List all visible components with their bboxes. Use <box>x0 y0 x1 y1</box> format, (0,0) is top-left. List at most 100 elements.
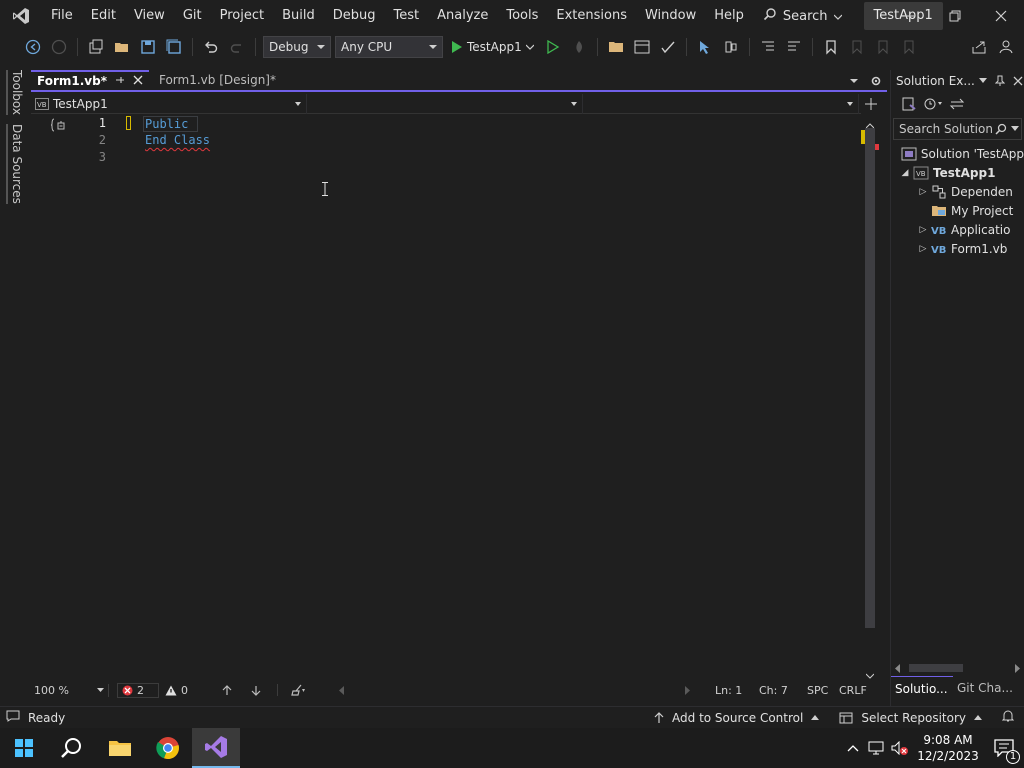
windows-start-button[interactable] <box>0 728 48 768</box>
spell-check-button[interactable] <box>657 36 679 58</box>
tree-item-project[interactable]: ◢ VB TestApp1 <box>891 163 1024 182</box>
chevron-down-icon[interactable] <box>978 78 987 84</box>
expanded-arrow-icon[interactable]: ◢ <box>897 168 913 178</box>
horizontal-scroll-right-icon[interactable] <box>685 685 691 695</box>
collapsed-arrow-icon[interactable]: ▷ <box>915 225 931 235</box>
notification-center-button[interactable]: 1 <box>984 728 1024 768</box>
feedback-button[interactable] <box>996 36 1018 58</box>
taskbar-search-button[interactable] <box>48 728 96 768</box>
add-to-source-control-button[interactable]: Add to Source Control <box>654 711 820 725</box>
solution-explorer-folder-button[interactable] <box>605 36 627 58</box>
show-hidden-icons-button[interactable] <box>842 728 864 768</box>
zoom-dropdown[interactable]: 100 % <box>31 683 109 697</box>
editor-vertical-scrollbar[interactable] <box>861 114 879 682</box>
tree-item-form1[interactable]: ▷ VB Form1.vb <box>891 239 1024 258</box>
visual-studio-taskbar-button[interactable] <box>192 728 240 768</box>
start-without-debugging-button[interactable] <box>542 36 564 58</box>
member-dropdown[interactable] <box>583 94 859 114</box>
prev-bookmark-button[interactable] <box>846 36 868 58</box>
restore-button[interactable] <box>932 0 978 32</box>
open-file-button[interactable] <box>111 36 133 58</box>
solution-platform-select[interactable]: Any CPU <box>335 36 443 58</box>
next-bookmark-button[interactable] <box>872 36 894 58</box>
collapsed-arrow-icon[interactable]: ▷ <box>915 187 931 197</box>
column-indicator[interactable]: Ch: 7 <box>759 684 807 697</box>
pin-icon[interactable] <box>115 74 125 88</box>
tab-settings-button[interactable] <box>865 70 887 92</box>
close-icon[interactable] <box>1013 76 1023 86</box>
file-explorer-taskbar-button[interactable] <box>96 728 144 768</box>
tree-item-solution[interactable]: Solution 'TestApp <box>891 144 1024 163</box>
sync-icon[interactable] <box>949 97 965 111</box>
menu-tools[interactable]: Tools <box>497 0 547 32</box>
scrollbar-thumb[interactable] <box>909 664 963 672</box>
close-window-button[interactable] <box>978 0 1024 32</box>
menu-project[interactable]: Project <box>211 0 273 32</box>
solution-horizontal-scrollbar[interactable] <box>895 662 1021 674</box>
menu-extensions[interactable]: Extensions <box>547 0 636 32</box>
minimize-button[interactable] <box>886 0 932 32</box>
tab-list-dropdown-button[interactable] <box>843 70 865 92</box>
menu-window[interactable]: Window <box>636 0 705 32</box>
scrollbar-thumb[interactable] <box>865 128 875 628</box>
code-line-1[interactable]: Public <box>143 116 198 132</box>
new-item-button[interactable] <box>85 36 107 58</box>
undo-button[interactable] <box>200 36 222 58</box>
save-all-button[interactable] <box>163 36 185 58</box>
menu-analyze[interactable]: Analyze <box>428 0 497 32</box>
outline-collapse-icon[interactable] <box>50 118 67 135</box>
warning-list-button[interactable]: 0 <box>165 684 188 697</box>
switch-views-icon[interactable] <box>901 96 917 112</box>
history-icon[interactable] <box>923 97 943 111</box>
select-tool-button[interactable] <box>694 36 716 58</box>
menu-edit[interactable]: Edit <box>82 0 125 32</box>
notifications-bell-icon[interactable] <box>1001 709 1015 726</box>
clock[interactable]: 9:08 AM 12/2/2023 <box>912 732 984 764</box>
tab-solution-explorer[interactable]: Solutio... <box>891 676 953 700</box>
navigate-back-button[interactable] <box>22 36 44 58</box>
menu-test[interactable]: Test <box>385 0 429 32</box>
save-button[interactable] <box>137 36 159 58</box>
line-indicator[interactable]: Ln: 1 <box>715 684 759 697</box>
outdent-button[interactable] <box>757 36 779 58</box>
whitespace-indicator[interactable]: SPC <box>807 684 839 697</box>
error-list-button[interactable]: 2 <box>117 682 159 698</box>
tree-item-dependencies[interactable]: ▷ Dependen <box>891 182 1024 201</box>
horizontal-scroll-left-icon[interactable] <box>339 685 345 695</box>
global-search-button[interactable]: Search <box>753 0 852 32</box>
previous-issue-button[interactable] <box>222 684 232 696</box>
visual-studio-logo-icon[interactable] <box>0 0 42 32</box>
tab-form1-design[interactable]: Form1.vb [Design]* <box>148 70 295 90</box>
code-line-2[interactable]: End Class <box>145 133 210 147</box>
line-ending-indicator[interactable]: CRLF <box>839 684 879 697</box>
data-sources-tab[interactable]: Data Sources <box>6 124 24 204</box>
close-icon[interactable] <box>133 74 143 88</box>
redo-button[interactable] <box>226 36 248 58</box>
menu-help[interactable]: Help <box>705 0 753 32</box>
scroll-down-icon[interactable] <box>865 668 875 682</box>
split-editor-button[interactable] <box>861 94 881 114</box>
pin-icon[interactable] <box>994 75 1005 87</box>
menu-build[interactable]: Build <box>273 0 324 32</box>
tree-item-my-project[interactable]: My Project <box>891 201 1024 220</box>
solution-search-box[interactable]: Search Solution <box>893 118 1022 140</box>
code-cleanup-button[interactable] <box>291 684 307 696</box>
project-dropdown[interactable]: VB TestApp1 <box>31 94 307 114</box>
indent-button[interactable] <box>783 36 805 58</box>
chrome-taskbar-button[interactable] <box>144 728 192 768</box>
menu-file[interactable]: File <box>42 0 82 32</box>
start-debugging-button[interactable]: TestApp1 <box>447 40 538 54</box>
navigate-forward-button[interactable] <box>48 36 70 58</box>
volume-muted-tray-icon[interactable] <box>888 728 912 768</box>
menu-debug[interactable]: Debug <box>324 0 385 32</box>
next-issue-button[interactable] <box>251 685 261 696</box>
live-share-button[interactable] <box>968 36 990 58</box>
toolbox-tab[interactable]: Toolbox <box>6 70 24 115</box>
tree-item-application[interactable]: ▷ VB Applicatio <box>891 220 1024 239</box>
tab-form1-vb[interactable]: Form1.vb* <box>31 70 149 90</box>
collapsed-arrow-icon[interactable]: ▷ <box>915 244 931 254</box>
layout-button[interactable] <box>631 36 653 58</box>
clear-bookmarks-button[interactable] <box>898 36 920 58</box>
tab-git-changes[interactable]: Git Cha... <box>953 676 1024 700</box>
menu-view[interactable]: View <box>125 0 174 32</box>
